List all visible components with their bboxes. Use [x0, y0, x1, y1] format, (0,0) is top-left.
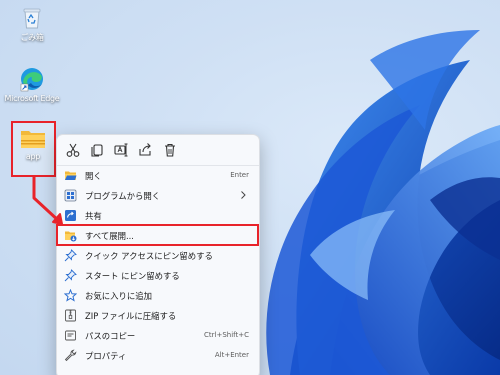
menu-item-pin-quick-access[interactable]: クイック アクセスにピン留めする [61, 246, 255, 265]
menu-item-label: ZIP ファイルに圧縮する [85, 311, 177, 321]
context-menu-toolbar [57, 135, 259, 166]
pin-icon [64, 269, 77, 282]
menu-item-label: スタート にピン留めする [85, 271, 180, 281]
menu-item-label: プロパティ [85, 351, 127, 361]
copy-path-icon [65, 330, 76, 341]
rename-icon[interactable] [113, 142, 129, 158]
recycle-bin-desktop-icon[interactable]: ごみ箱 [4, 6, 60, 43]
menu-item-label: クイック アクセスにピン留めする [85, 251, 213, 261]
zip-folder-icon [21, 131, 45, 148]
menu-item-open-with[interactable]: プログラムから開く [61, 186, 255, 205]
share-icon[interactable] [137, 142, 153, 158]
context-menu: 開く Enter プログラムから開く 共有 すべて展開... クイック アクセス… [56, 134, 260, 375]
menu-item-properties[interactable]: プロパティ Alt+Enter [61, 346, 255, 365]
open-folder-icon [65, 171, 77, 180]
properties-icon [64, 349, 77, 362]
chevron-right-icon [241, 191, 246, 199]
menu-item-extract-all[interactable]: すべて展開... [61, 226, 255, 245]
menu-item-open[interactable]: 開く Enter [61, 166, 255, 185]
menu-item-share[interactable]: 共有 [61, 206, 255, 225]
menu-item-copy-path[interactable]: パスのコピー Ctrl+Shift+C [61, 326, 255, 345]
desktop: ごみ箱 Microsoft Edge app 開く Enter プログラムから開… [0, 0, 500, 375]
menu-item-shortcut: Enter [230, 171, 249, 179]
menu-item-label: 共有 [85, 211, 102, 221]
menu-item-label: 開く [85, 171, 102, 181]
menu-item-shortcut: Alt+Enter [214, 351, 249, 359]
menu-item-add-favorites[interactable]: お気に入りに追加 [61, 286, 255, 305]
edge-desktop-icon[interactable]: Microsoft Edge [4, 66, 60, 103]
menu-item-shortcut: Ctrl+Shift+C [204, 331, 249, 339]
edge-icon [20, 68, 43, 92]
menu-item-label: すべて展開... [85, 231, 134, 241]
recycle-bin-label: ごみ箱 [20, 33, 44, 42]
zip-icon [65, 309, 76, 322]
star-icon [64, 289, 77, 302]
copy-icon[interactable] [89, 142, 105, 158]
menu-item-label: プログラムから開く [85, 191, 161, 201]
menu-item-label: お気に入りに追加 [85, 291, 152, 301]
app-folder-label: app [25, 152, 41, 161]
pin-icon [64, 249, 77, 262]
extract-all-icon [65, 231, 77, 242]
open-with-icon [64, 189, 77, 202]
delete-icon[interactable] [162, 142, 178, 158]
menu-item-label: パスのコピー [85, 331, 136, 341]
cut-icon[interactable] [65, 142, 81, 158]
share-icon [65, 210, 76, 221]
app-zip-folder-desktop-icon[interactable]: app [5, 128, 61, 161]
edge-label: Microsoft Edge [4, 94, 60, 103]
menu-item-compress-zip[interactable]: ZIP ファイルに圧縮する [61, 306, 255, 325]
menu-item-pin-start[interactable]: スタート にピン留めする [61, 266, 255, 285]
recycle-bin-icon [23, 8, 41, 29]
